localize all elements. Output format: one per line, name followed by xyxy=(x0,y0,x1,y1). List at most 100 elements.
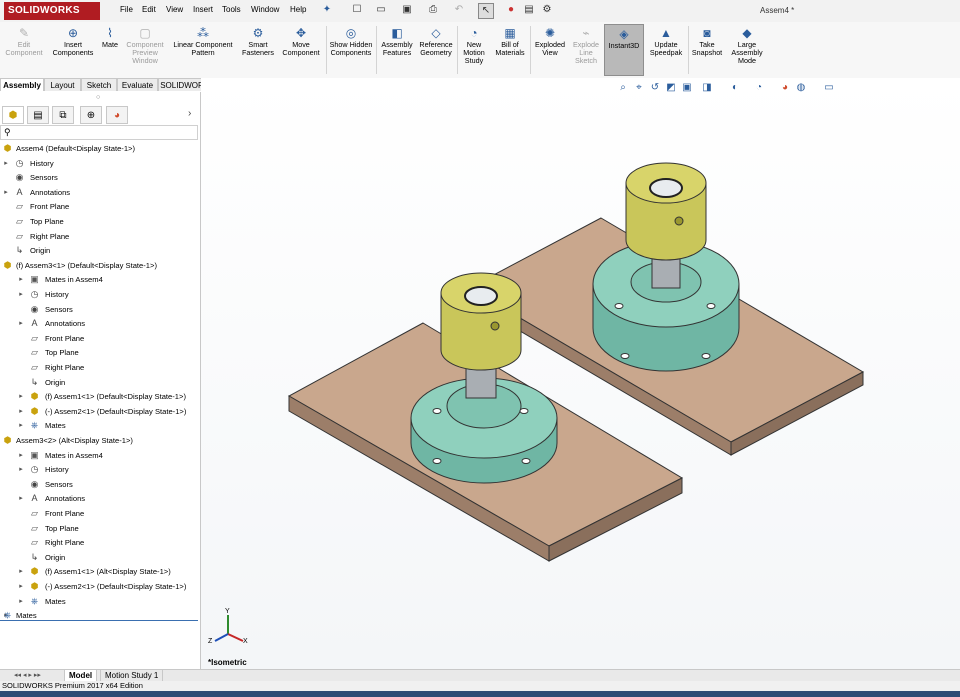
tab-layout[interactable]: Layout xyxy=(44,78,81,91)
tree-item[interactable]: ▸ ⬢ (f) Assem1<1> (Alt<Display State-1>) xyxy=(0,565,198,579)
tree-item[interactable]: ▱ Right Plane xyxy=(0,230,198,244)
exploded-view-button[interactable]: ✺ Exploded View xyxy=(531,24,569,76)
tree-item[interactable]: ▱ Right Plane xyxy=(0,536,198,550)
tree-item[interactable]: ▸ ⎈ Mates xyxy=(0,595,198,609)
tree-item[interactable]: ▸ ⬢ (-) Assem2<1> (Default<Display State-1… xyxy=(0,580,198,594)
tree-expander-icon[interactable]: ▸ xyxy=(17,273,25,287)
tree-item[interactable]: ↳ Origin xyxy=(0,551,198,565)
tree-expander-icon[interactable]: ▸ xyxy=(17,463,25,477)
tree-item[interactable]: ▱ Top Plane xyxy=(0,346,198,360)
tree-expander-icon[interactable]: ▸ xyxy=(17,580,25,594)
menu-view[interactable]: View xyxy=(166,5,183,14)
tree-item[interactable]: ▸ ◷ History xyxy=(0,463,198,477)
tree-item[interactable]: ⬢ Assem4 (Default<Display State-1>) xyxy=(0,142,198,156)
tree-item[interactable]: ▸ ▣ Mates in Assem4 xyxy=(0,449,198,463)
assembly-features-button[interactable]: ◧ Assembly Features xyxy=(378,24,416,76)
tab-assembly[interactable]: Assembly xyxy=(0,78,44,91)
motion-icon: ◔ xyxy=(470,26,478,40)
paperclip-icon: ⌇ xyxy=(107,26,113,40)
take-snapshot-button[interactable]: ◙ Take Snapshot xyxy=(689,24,725,76)
update-speedpak-button[interactable]: ▲ Update Speedpak xyxy=(646,24,686,76)
tree-expander-icon[interactable]: ▸ xyxy=(17,492,25,506)
menu-tools[interactable]: Tools xyxy=(222,5,241,14)
tree-expander-icon[interactable]: ▸ xyxy=(2,157,10,171)
tree-item[interactable]: ▾ ⬢ Assem3<2> (Alt<Display State-1>) xyxy=(0,434,198,448)
select-icon[interactable]: ↖ xyxy=(478,3,494,19)
property-manager-tab[interactable]: ▤ xyxy=(27,106,49,124)
tree-expander-icon[interactable]: ▸ xyxy=(17,449,25,463)
tree-item[interactable]: ▱ Top Plane xyxy=(0,215,198,229)
rebuild-icon[interactable]: ● xyxy=(504,3,518,17)
tree-item[interactable]: ▸ ⬢ (-) Assem2<1> (Default<Display State-1… xyxy=(0,405,198,419)
graphics-area[interactable]: ⌕ ⌖ ↺ ◩ ▣ ◨ ◐ ◔ ◕ ◍ ▭ Y X Z *Isometric xyxy=(201,78,960,670)
insert-components-button[interactable]: ⊕ Insert Components xyxy=(48,24,98,76)
show-hidden-button[interactable]: ◎ Show Hidden Components xyxy=(328,24,374,76)
pin-icon[interactable]: ✦ xyxy=(320,3,334,17)
large-assembly-mode-button[interactable]: ◆ Large Assembly Mode xyxy=(727,24,767,76)
tree-item[interactable]: ▸ A Annotations xyxy=(0,186,198,200)
tree-item[interactable]: ◉ Sensors xyxy=(0,171,198,185)
mate-button[interactable]: ⌇ Mate xyxy=(99,24,121,76)
menu-file[interactable]: File xyxy=(120,5,133,14)
model-canvas[interactable]: Y X Z xyxy=(201,78,960,670)
tab-sketch[interactable]: Sketch xyxy=(81,78,117,91)
tree-item[interactable]: ▸ ⎈ Mates xyxy=(0,419,198,433)
tree-item[interactable]: ▸ A Annotations xyxy=(0,492,198,506)
tree-item[interactable]: ▱ Top Plane xyxy=(0,522,198,536)
menu-edit[interactable]: Edit xyxy=(142,5,156,14)
tree-expander-icon[interactable]: ▸ xyxy=(17,288,25,302)
tree-item[interactable]: ▸ ◷ History xyxy=(0,157,198,171)
tree-item[interactable]: ◉ Sensors xyxy=(0,478,198,492)
tree-item[interactable]: ▱ Right Plane xyxy=(0,361,198,375)
tree-item[interactable]: ▸ ⬢ (f) Assem1<1> (Default<Display State-1… xyxy=(0,390,198,404)
tree-expander-icon[interactable]: ▸ xyxy=(17,419,25,433)
solidworks-logo[interactable]: SOLIDWORKS xyxy=(4,2,100,20)
smart-fasteners-button[interactable]: ⚙ Smart Fasteners xyxy=(239,24,277,76)
open-icon[interactable]: ▭ xyxy=(374,3,388,17)
tree-item[interactable]: ▱ Front Plane xyxy=(0,332,198,346)
tree-item[interactable]: ▱ Front Plane xyxy=(0,200,198,214)
feature-tree-tab[interactable]: ⬢ xyxy=(2,106,24,124)
new-motion-study-button[interactable]: ◔ New Motion Study xyxy=(458,24,490,76)
tree-item[interactable]: ↳ Origin xyxy=(0,376,198,390)
tree-item[interactable]: ▸ A Annotations xyxy=(0,317,198,331)
undo-icon[interactable]: ↶ xyxy=(452,3,466,17)
edit-component-button[interactable]: ✎ Edit Component xyxy=(2,24,46,76)
component-preview-button[interactable]: ▢ Component Preview Window xyxy=(122,24,168,76)
tree-expander-icon[interactable]: ▸ xyxy=(17,317,25,331)
print-icon[interactable]: ⎙ xyxy=(426,3,440,17)
menu-help[interactable]: Help xyxy=(290,5,306,14)
tree-expander-icon[interactable]: ▸ xyxy=(17,405,25,419)
new-document-icon[interactable]: ☐ xyxy=(350,3,364,17)
filter-box[interactable]: ⚲ xyxy=(0,125,198,140)
tree-item[interactable]: ▸ ⎈ Mates xyxy=(0,609,198,623)
instant3d-button[interactable]: ◈ Instant3D xyxy=(604,24,644,76)
panel-expand-icon[interactable]: › xyxy=(188,108,191,119)
dimxpert-tab[interactable]: ⊕ xyxy=(80,106,102,124)
explode-line-sketch-button[interactable]: ⌁ Explode Line Sketch xyxy=(570,24,602,76)
tree-item[interactable]: ◉ Sensors xyxy=(0,303,198,317)
menu-insert[interactable]: Insert xyxy=(193,5,213,14)
tree-expander-icon[interactable]: ▸ xyxy=(17,390,25,404)
options-gear-icon[interactable]: ⚙ xyxy=(540,3,554,17)
tab-evaluate[interactable]: Evaluate xyxy=(117,78,158,91)
configuration-manager-tab[interactable]: ⧉ xyxy=(52,106,74,124)
tree-expander-icon[interactable]: ▸ xyxy=(17,595,25,609)
bill-of-materials-button[interactable]: ▦ Bill of Materials xyxy=(493,24,527,76)
panel-grip-icon[interactable]: ○ xyxy=(96,94,100,101)
tree-item[interactable]: ▸ ◷ History xyxy=(0,288,198,302)
reference-geometry-button[interactable]: ◇ Reference Geometry xyxy=(417,24,455,76)
tree-expander-icon[interactable]: ▸ xyxy=(17,565,25,579)
save-icon[interactable]: ▣ xyxy=(400,3,414,17)
tree-expander-icon[interactable]: ▸ xyxy=(2,186,10,200)
file-properties-icon[interactable]: ▤ xyxy=(522,3,536,17)
menu-window[interactable]: Window xyxy=(251,5,279,14)
tree-item[interactable]: ↳ Origin xyxy=(0,244,198,258)
tree-item[interactable]: ▱ Front Plane xyxy=(0,507,198,521)
move-component-button[interactable]: ✥ Move Component xyxy=(279,24,323,76)
tree-item[interactable]: ▸ ▣ Mates in Assem4 xyxy=(0,273,198,287)
tab-scroll-icon[interactable]: ◂◂ ◂ ▸ ▸▸ xyxy=(14,671,41,679)
linear-pattern-button[interactable]: ⁂ Linear Component Pattern xyxy=(170,24,236,76)
display-manager-tab[interactable]: ◕ xyxy=(106,106,128,124)
tree-item[interactable]: ▾ ⬢ (f) Assem3<1> (Default<Display State-1… xyxy=(0,259,198,273)
